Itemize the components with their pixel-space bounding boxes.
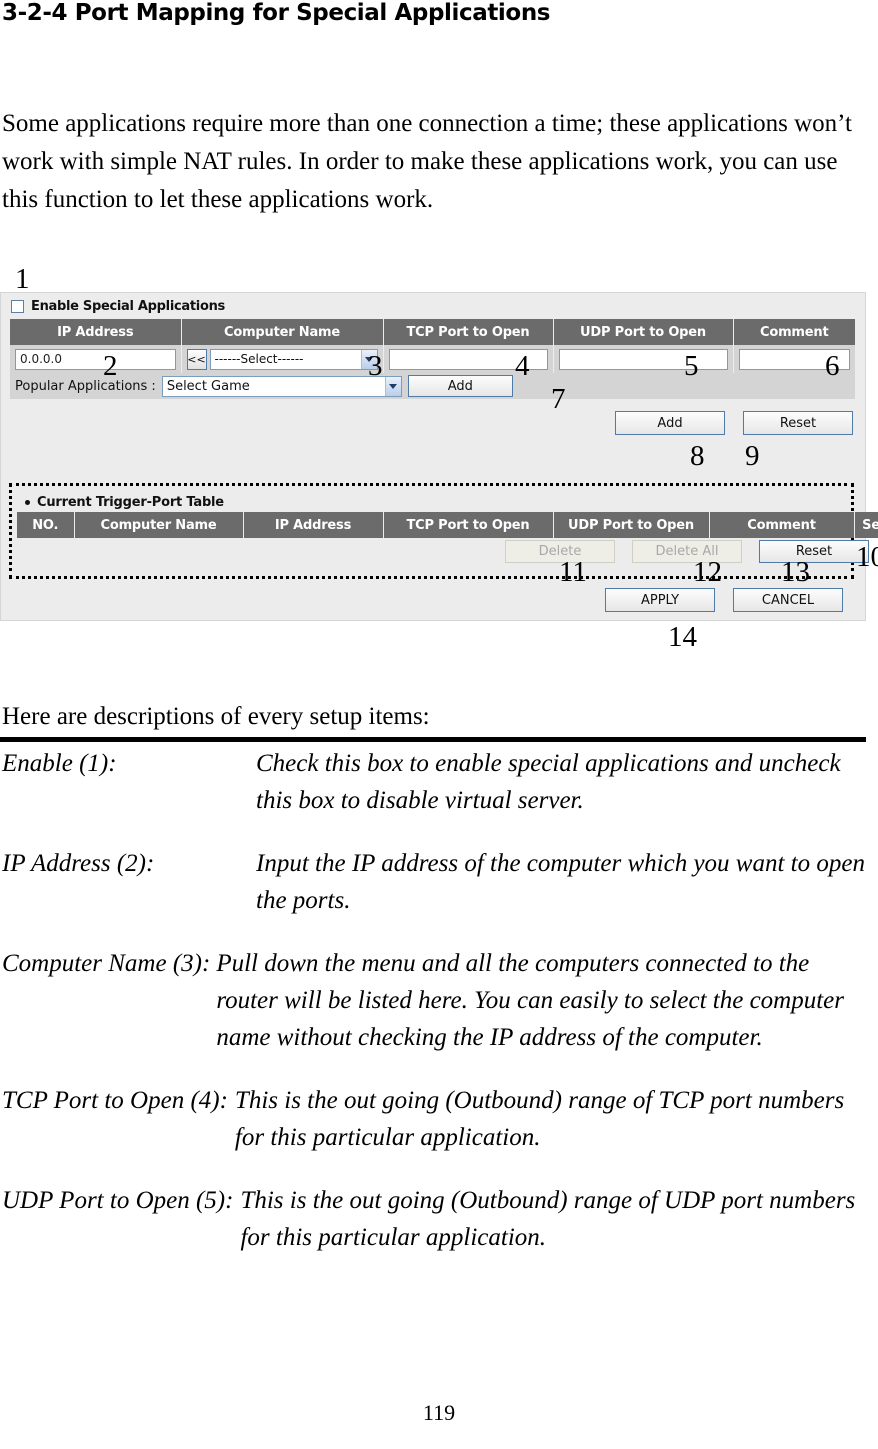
current-trigger-port-table: NO. Computer Name IP Address TCP Port to… <box>17 512 878 538</box>
col-tcp-port: TCP Port to Open <box>383 512 554 538</box>
col-udp-port: UDP Port to Open <box>553 319 734 345</box>
col-comment: Comment <box>709 512 855 538</box>
entry-table-header-row: IP Address Computer Name TCP Port to Ope… <box>10 319 855 345</box>
callout-8: 8 <box>690 440 705 472</box>
page-title: 3-2-4 Port Mapping for Special Applicati… <box>2 0 551 26</box>
col-udp-port: UDP Port to Open <box>553 512 710 538</box>
callout-13: 13 <box>781 556 810 588</box>
copy-left-button[interactable]: << <box>186 348 207 370</box>
intro-paragraph: Some applications require more than one … <box>2 110 852 213</box>
chevron-down-icon[interactable] <box>384 376 401 396</box>
setup-item-descriptions: Enable (1): Check this box to enable spe… <box>2 745 872 1282</box>
definition-udp-port: UDP Port to Open (5): This is the out go… <box>2 1182 872 1256</box>
definition-ip-address: IP Address (2): Input the IP address of … <box>2 845 872 919</box>
callout-12: 12 <box>693 556 722 588</box>
col-computer-name: Computer Name <box>181 319 384 345</box>
callout-14: 14 <box>668 621 697 653</box>
trigger-table-header-row: NO. Computer Name IP Address TCP Port to… <box>17 512 878 538</box>
definition-term: Computer Name (3): <box>2 950 211 977</box>
computer-name-selected-value: ------Select------ <box>214 352 304 366</box>
enable-special-applications-checkbox[interactable] <box>11 300 24 313</box>
popular-add-button[interactable]: Add <box>407 375 513 397</box>
add-button[interactable]: Add <box>615 411 725 435</box>
callout-3: 3 <box>368 350 383 382</box>
popular-applications-label: Popular Applications : <box>15 378 156 394</box>
definition-computer-name: Computer Name (3): Pull down the menu an… <box>2 945 872 1056</box>
callout-4: 4 <box>515 350 530 382</box>
col-tcp-port: TCP Port to Open <box>383 319 554 345</box>
callout-7: 7 <box>551 383 566 415</box>
callout-9: 9 <box>745 440 760 472</box>
col-comment: Comment <box>733 319 855 345</box>
definition-description: Input the IP address of the computer whi… <box>256 850 865 914</box>
callout-10: 10 <box>856 541 878 573</box>
apply-button[interactable]: APPLY <box>605 588 715 612</box>
udp-port-input[interactable] <box>558 348 728 370</box>
popular-applications-selected-value: Select Game <box>166 378 250 394</box>
form-action-buttons: APPLY CANCEL <box>605 588 843 612</box>
callout-1: 1 <box>15 263 30 295</box>
definition-enable: Enable (1): Check this box to enable spe… <box>2 745 872 819</box>
special-application-entry-table: IP Address Computer Name TCP Port to Ope… <box>10 319 855 373</box>
cancel-button[interactable]: CANCEL <box>733 588 843 612</box>
definition-description: Pull down the menu and all the computers… <box>216 950 844 1051</box>
col-select: Select <box>854 512 878 538</box>
computer-name-select[interactable]: ------Select------ <box>209 348 378 370</box>
table-reset-button[interactable]: Reset <box>759 540 869 563</box>
enable-special-applications-row[interactable]: Enable Special Applications <box>11 299 225 314</box>
current-trigger-port-table-title: Current Trigger-Port Table <box>25 495 224 510</box>
col-ip-address: IP Address <box>10 319 182 345</box>
definition-tcp-port: TCP Port to Open (4): This is the out go… <box>2 1082 872 1156</box>
entry-table-input-row: 0.0.0.0 << ------Select------ <box>10 345 855 373</box>
definition-term: Enable (1): <box>2 750 117 777</box>
cell-udp-port <box>553 345 734 373</box>
callout-11: 11 <box>559 556 587 588</box>
enable-special-applications-label: Enable Special Applications <box>31 299 225 314</box>
callout-6: 6 <box>825 350 840 382</box>
definition-term: IP Address (2): <box>2 850 155 877</box>
definition-description: Check this box to enable special applica… <box>256 750 841 814</box>
bullet-icon <box>25 500 30 505</box>
definition-term: UDP Port to Open (5): <box>2 1187 234 1214</box>
col-computer-name: Computer Name <box>74 512 244 538</box>
callout-5: 5 <box>684 350 699 382</box>
definition-description: This is the out going (Outbound) range o… <box>234 1087 845 1151</box>
router-ui-screenshot: Enable Special Applications IP Address C… <box>0 292 878 621</box>
popular-applications-row: Popular Applications : Select Game Add <box>10 373 855 399</box>
delete-all-button[interactable]: Delete All <box>632 540 742 563</box>
ip-address-input[interactable]: 0.0.0.0 <box>15 348 176 370</box>
col-no: NO. <box>17 512 75 538</box>
cell-ip-address: 0.0.0.0 <box>10 345 182 373</box>
section-divider <box>0 737 866 742</box>
definition-description: This is the out going (Outbound) range o… <box>240 1187 856 1251</box>
ip-address-value: 0.0.0.0 <box>20 352 62 366</box>
manual-page: 3-2-4 Port Mapping for Special Applicati… <box>0 0 878 1449</box>
entry-action-buttons: Add Reset <box>615 411 853 435</box>
cell-computer-name: << ------Select------ <box>181 345 384 373</box>
col-ip-address: IP Address <box>243 512 384 538</box>
definition-term: TCP Port to Open (4): <box>2 1087 228 1114</box>
callout-2: 2 <box>103 350 118 382</box>
current-trigger-port-section: Current Trigger-Port Table NO. Computer … <box>9 483 878 579</box>
trigger-table-title-text: Current Trigger-Port Table <box>37 495 224 510</box>
descriptions-lead: Here are descriptions of every setup ite… <box>2 703 430 730</box>
computer-name-group: << ------Select------ <box>186 348 378 370</box>
popular-applications-select[interactable]: Select Game <box>161 375 402 397</box>
reset-button[interactable]: Reset <box>743 411 853 435</box>
page-number: 119 <box>422 1400 456 1425</box>
